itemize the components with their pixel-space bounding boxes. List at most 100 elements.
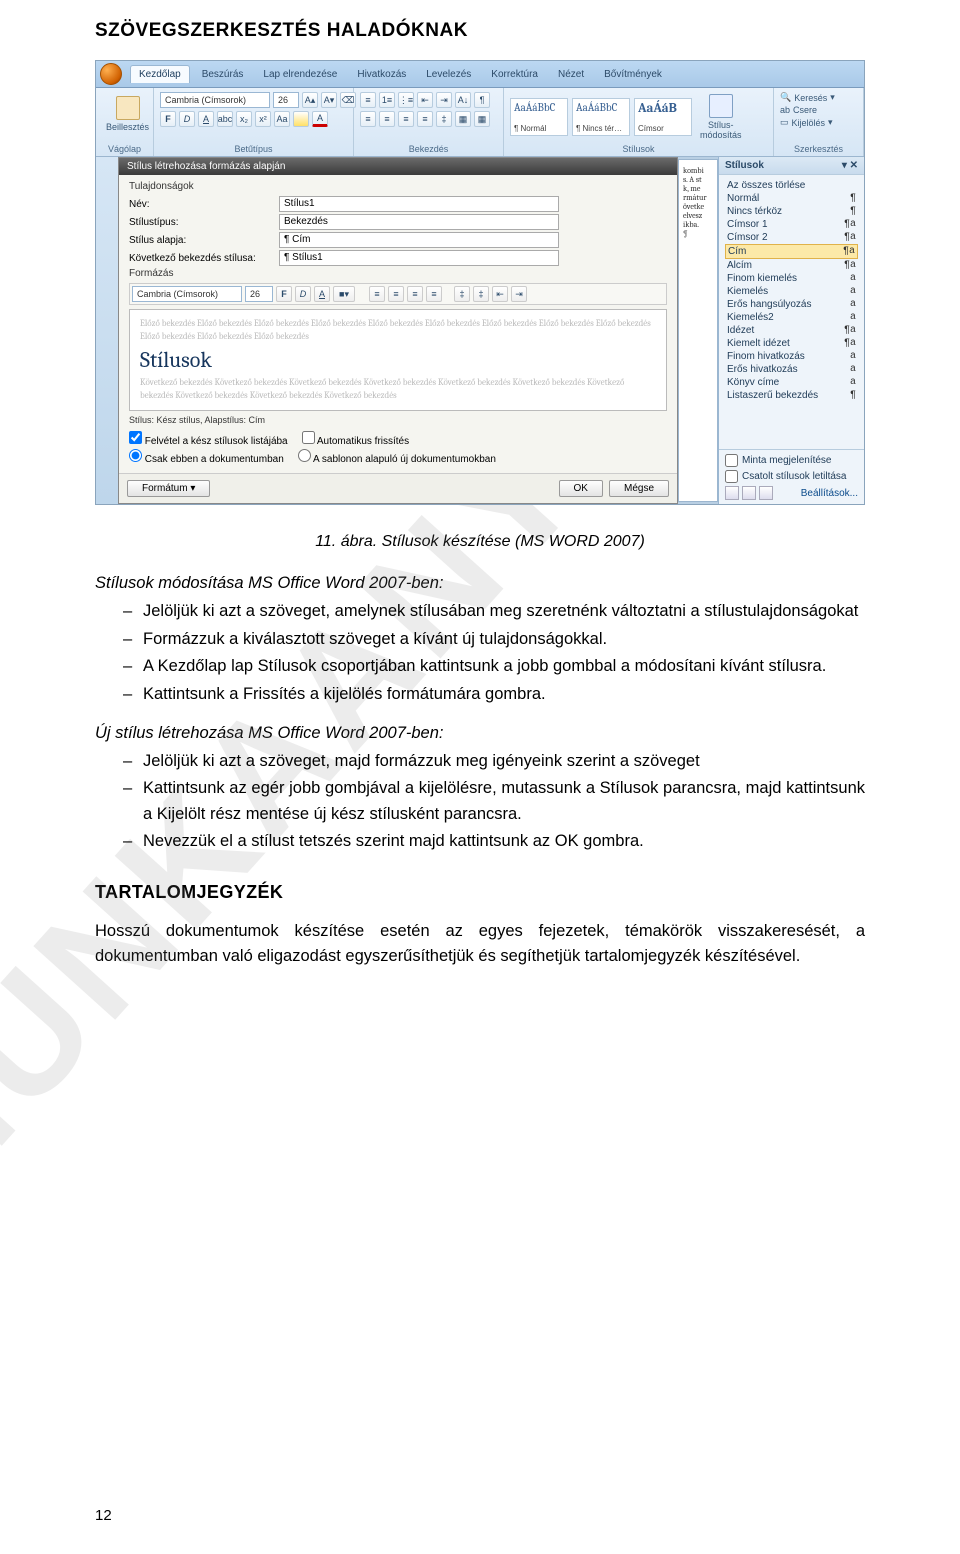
indent-icon[interactable]: ⇥ <box>436 92 452 108</box>
dlg-bold-icon[interactable]: F <box>276 286 292 302</box>
style-list-item[interactable]: Idézet¶a <box>725 324 858 337</box>
select-button[interactable]: ▭ Kijelölés▾ <box>780 117 833 128</box>
style-list-item[interactable]: Listaszerű bekezdés¶ <box>725 389 858 402</box>
style-list-item[interactable]: Kiemelt idézet¶a <box>725 337 858 350</box>
dlg-align-right-icon[interactable]: ≡ <box>407 286 423 302</box>
dlg-align-center-icon[interactable]: ≡ <box>388 286 404 302</box>
ribbon-tab-references[interactable]: Hivatkozás <box>349 66 414 83</box>
style-list-item[interactable]: Kiemelés2a <box>725 311 858 324</box>
ribbon-tab-view[interactable]: Nézet <box>550 66 592 83</box>
subscript-icon[interactable]: x₂ <box>236 111 252 127</box>
style-item-name: Erős hangsúlyozás <box>727 299 812 310</box>
dlg-indent-inc-icon[interactable]: ⇥ <box>511 286 527 302</box>
paste-icon <box>116 96 140 120</box>
style-list-item[interactable]: Könyv címea <box>725 376 858 389</box>
style-list-item[interactable]: Kiemelésa <box>725 285 858 298</box>
font-size-select[interactable]: 26 <box>273 92 299 108</box>
dlg-next-select[interactable]: ¶ Stílus1 <box>279 250 559 266</box>
ribbon-tab-layout[interactable]: Lap elrendezése <box>255 66 345 83</box>
align-left-icon[interactable]: ≡ <box>360 111 376 127</box>
paste-button[interactable]: Beillesztés <box>102 94 153 134</box>
dlg-ok-button[interactable]: OK <box>559 480 603 497</box>
dlg-indent-dec-icon[interactable]: ⇤ <box>492 286 508 302</box>
style-list-item[interactable]: Címsor 1¶a <box>725 218 858 231</box>
style-list-item[interactable]: Nincs térköz¶ <box>725 205 858 218</box>
style-item-mark: ¶ <box>850 206 856 217</box>
sort-icon[interactable]: A↓ <box>455 92 471 108</box>
dlg-cancel-button[interactable]: Mégse <box>609 480 669 497</box>
find-button[interactable]: 🔍 Keresés▾ <box>780 92 835 103</box>
style-list-item[interactable]: Alcím¶a <box>725 259 858 272</box>
borders-icon[interactable]: ▦ <box>474 111 490 127</box>
shading-icon[interactable]: ▦ <box>455 111 471 127</box>
dlg-color-icon[interactable]: ■▾ <box>333 286 355 302</box>
replace-button[interactable]: ab Csere <box>780 105 817 115</box>
dlg-underline-icon[interactable]: A <box>314 286 330 302</box>
outdent-icon[interactable]: ⇤ <box>417 92 433 108</box>
style-tile-heading[interactable]: AaÁáB Címsor <box>634 98 692 136</box>
style-list-item[interactable]: Normál¶ <box>725 192 858 205</box>
strike-icon[interactable]: abc <box>217 111 233 127</box>
dlg-font-select[interactable]: Cambria (Címsorok) <box>132 286 242 302</box>
chk-show-preview[interactable]: Minta megjelenítése <box>725 454 858 467</box>
shrink-font-icon[interactable]: A▾ <box>321 92 337 108</box>
highlight-icon[interactable] <box>293 111 309 127</box>
radio-this-doc[interactable]: Csak ebben a dokumentumban <box>129 449 284 465</box>
chk-auto-update[interactable]: Automatikus frissítés <box>302 431 410 447</box>
italic-icon[interactable]: D <box>179 111 195 127</box>
align-center-icon[interactable]: ≡ <box>379 111 395 127</box>
pilcrow-icon[interactable]: ¶ <box>474 92 490 108</box>
dlg-base-select[interactable]: ¶ Cím <box>279 232 559 248</box>
font-family-select[interactable]: Cambria (Címsorok) <box>160 92 270 108</box>
dlg-italic-icon[interactable]: D <box>295 286 311 302</box>
bullets-icon[interactable]: ≡ <box>360 92 376 108</box>
clear-all-link[interactable]: Az összes törlése <box>725 179 858 192</box>
style-list-item[interactable]: Erős hivatkozása <box>725 363 858 376</box>
ribbon-body: Beillesztés Vágólap Cambria (Címsorok) 2… <box>96 88 864 157</box>
dlg-spacing-inc-icon[interactable]: ‡ <box>454 286 470 302</box>
style-item-mark: ¶a <box>844 232 856 243</box>
change-styles-button[interactable]: Stílus- módosítás <box>696 92 746 142</box>
dlg-spacing-dec-icon[interactable]: ‡ <box>473 286 489 302</box>
radio-template[interactable]: A sablonon alapuló új dokumentumokban <box>298 449 496 465</box>
style-list-item[interactable]: Finom hivatkozása <box>725 350 858 363</box>
underline-icon[interactable]: A <box>198 111 214 127</box>
grow-font-icon[interactable]: A▴ <box>302 92 318 108</box>
close-icon[interactable]: ▾ ✕ <box>842 160 858 171</box>
style-list-item[interactable]: Cím¶a <box>725 244 858 259</box>
dlg-justify-icon[interactable]: ≡ <box>426 286 442 302</box>
numbering-icon[interactable]: 1≡ <box>379 92 395 108</box>
settings-link[interactable]: Beállítások... <box>801 488 858 499</box>
style-item-name: Cím <box>728 246 746 257</box>
ribbon-tab-home[interactable]: Kezdőlap <box>130 65 190 83</box>
superscript-icon[interactable]: x² <box>255 111 271 127</box>
dlg-type-select[interactable]: Bekezdés <box>279 214 559 230</box>
font-color-icon[interactable]: A <box>312 111 328 127</box>
chk-disable-linked[interactable]: Csatolt stílusok letiltása <box>725 470 858 483</box>
office-orb-icon[interactable] <box>100 63 122 85</box>
multilevel-icon[interactable]: ⋮≡ <box>398 92 414 108</box>
dlg-align-left-icon[interactable]: ≡ <box>369 286 385 302</box>
style-list-item[interactable]: Erős hangsúlyozása <box>725 298 858 311</box>
ribbon-tab-insert[interactable]: Beszúrás <box>194 66 252 83</box>
dlg-size-select[interactable]: 26 <box>245 286 273 302</box>
style-inspector-icon[interactable] <box>742 486 756 500</box>
dlg-format-button[interactable]: Formátum ▾ <box>127 480 210 497</box>
bold-icon[interactable]: F <box>160 111 176 127</box>
new-style-icon[interactable] <box>725 486 739 500</box>
style-list-item[interactable]: Finom kiemelésa <box>725 272 858 285</box>
ribbon-tab-mailings[interactable]: Levelezés <box>418 66 479 83</box>
style-list-item[interactable]: Címsor 2¶a <box>725 231 858 244</box>
style-tile-nospacing[interactable]: AaÁáBbC ¶ Nincs tér… <box>572 98 630 136</box>
line-spacing-icon[interactable]: ‡ <box>436 111 452 127</box>
manage-styles-icon[interactable] <box>759 486 773 500</box>
style-tile-normal[interactable]: AaÁáBbC ¶ Normál <box>510 98 568 136</box>
justify-icon[interactable]: ≡ <box>417 111 433 127</box>
ribbon-tab-addins[interactable]: Bővítmények <box>596 66 670 83</box>
align-right-icon[interactable]: ≡ <box>398 111 414 127</box>
chk-add-list[interactable]: Felvétel a kész stílusok listájába <box>129 431 288 447</box>
dlg-name-input[interactable]: Stílus1 <box>279 196 559 212</box>
change-case-icon[interactable]: Aa <box>274 111 290 127</box>
ribbon-tab-review[interactable]: Korrektúra <box>483 66 546 83</box>
group-clipboard: Beillesztés Vágólap <box>96 88 154 156</box>
